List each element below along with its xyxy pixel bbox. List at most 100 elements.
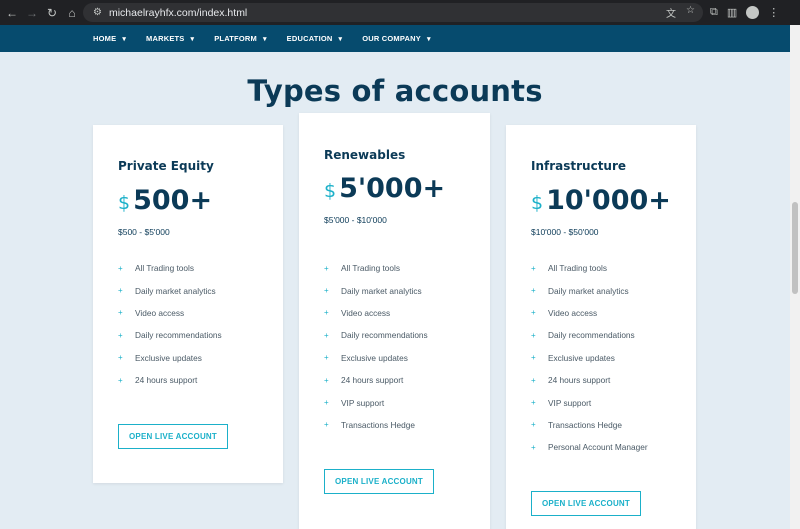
feature-label: VIP support <box>341 397 385 408</box>
forward-icon[interactable]: → <box>22 0 42 25</box>
plus-icon: + <box>531 398 536 408</box>
plus-icon: + <box>118 375 123 385</box>
nav-item-markets[interactable]: MARKETS ▾ <box>146 34 194 43</box>
nav-item-label: PLATFORM <box>214 34 257 43</box>
feature-label: Daily recommendations <box>135 330 222 341</box>
address-bar[interactable]: ⚙ michaelrayhfx.com/index.html 文 ☆ <box>83 3 703 22</box>
open-live-account-button[interactable]: OPEN LIVE ACCOUNT <box>531 491 641 516</box>
back-icon[interactable]: ← <box>2 0 22 25</box>
nav-item-label: EDUCATION <box>286 34 333 43</box>
list-item: + VIP support <box>531 391 648 413</box>
feature-label: Daily market analytics <box>341 285 422 296</box>
feature-label: Transactions Hedge <box>548 419 622 430</box>
feature-label: All Trading tools <box>548 263 608 274</box>
list-item: + VIP support <box>324 391 428 413</box>
feature-label: Video access <box>341 307 391 318</box>
site-info-icon[interactable]: ⚙ <box>93 7 102 18</box>
plus-icon: + <box>324 263 329 273</box>
feature-label: Transactions Hedge <box>341 419 415 430</box>
feature-list: + All Trading tools + Daily market analyti… <box>118 257 222 391</box>
card-price: $ 500+ <box>118 185 212 216</box>
feature-label: VIP support <box>548 397 592 408</box>
list-item: + All Trading tools <box>324 257 428 279</box>
feature-label: Video access <box>135 307 185 318</box>
browser-menu-icon[interactable]: ⋮ <box>768 6 779 19</box>
scrollbar-thumb[interactable] <box>792 202 798 294</box>
list-item: + Exclusive updates <box>118 347 222 369</box>
feature-label: Exclusive updates <box>135 352 202 363</box>
nav-item-education[interactable]: EDUCATION ▾ <box>287 34 343 43</box>
translate-icon[interactable]: 文 <box>666 5 676 20</box>
feature-list: + All Trading tools + Daily market analyti… <box>531 257 648 459</box>
nav-item-label: MARKETS <box>146 34 185 43</box>
list-item: + Exclusive updates <box>531 347 648 369</box>
account-card-private-equity: Private Equity $ 500+ $500 - $5'000 + All… <box>93 125 283 483</box>
list-item: + Daily market analytics <box>118 279 222 301</box>
list-item: + Daily recommendations <box>531 324 648 346</box>
home-icon[interactable]: ⌂ <box>62 0 82 25</box>
list-item: + Transactions Hedge <box>531 414 648 436</box>
chevron-down-icon: ▾ <box>262 35 267 43</box>
price-amount: 5'000+ <box>339 173 446 204</box>
list-item: +24 hours support <box>324 369 428 391</box>
currency-symbol: $ <box>531 192 544 214</box>
plus-icon: + <box>118 308 123 318</box>
nav-item-label: HOME <box>93 34 117 43</box>
currency-symbol: $ <box>118 192 131 214</box>
reload-icon[interactable]: ↻ <box>42 0 62 25</box>
plus-icon: + <box>531 420 536 430</box>
plus-icon: + <box>118 286 123 296</box>
list-item: + Daily market analytics <box>324 279 428 301</box>
plus-icon: + <box>324 420 329 430</box>
extensions-icon[interactable]: ⧉ <box>710 6 718 19</box>
profile-avatar-icon[interactable] <box>746 6 760 19</box>
plus-icon: + <box>324 353 329 363</box>
open-live-account-button[interactable]: OPEN LIVE ACCOUNT <box>324 469 434 494</box>
card-title: Renewables <box>324 148 406 162</box>
nav-item-home[interactable]: HOME ▾ <box>93 34 126 43</box>
card-title: Infrastructure <box>531 159 627 173</box>
plus-icon: + <box>531 353 536 363</box>
chevron-down-icon: ▾ <box>122 35 127 43</box>
plus-icon: + <box>118 263 123 273</box>
page-title: Types of accounts <box>247 74 543 108</box>
nav-item-label: OUR COMPANY <box>362 34 421 43</box>
feature-label: 24 hours support <box>548 375 611 386</box>
site-nav-bar: HOME ▾ MARKETS ▾ PLATFORM ▾ EDUCATION ▾ OUR … <box>0 25 790 52</box>
nav-item-our-company[interactable]: OUR COMPANY ▾ <box>362 34 430 43</box>
feature-label: 24 hours support <box>135 375 198 386</box>
plus-icon: + <box>531 330 536 340</box>
feature-label: Exclusive updates <box>341 352 408 363</box>
open-live-account-button[interactable]: OPEN LIVE ACCOUNT <box>118 424 228 449</box>
chevron-down-icon: ▾ <box>190 35 195 43</box>
price-amount: 10'000+ <box>546 185 671 216</box>
bookmark-star-icon[interactable]: ☆ <box>686 5 695 20</box>
list-item: +24 hours support <box>531 369 648 391</box>
plus-icon: + <box>118 330 123 340</box>
browser-toolbar: ← → ↻ ⌂ ⚙ michaelrayhfx.com/index.html 文… <box>0 0 800 25</box>
list-item: + Daily recommendations <box>324 324 428 346</box>
feature-label: 24 hours support <box>341 375 404 386</box>
price-amount: 500+ <box>133 185 213 216</box>
card-price: $ 5'000+ <box>324 173 445 204</box>
account-card-renewables: Renewables $ 5'000+ $5'000 - $10'000 + Al… <box>299 113 490 529</box>
deposit-range: $10'000 - $50'000 <box>531 227 599 237</box>
side-panel-icon[interactable]: ▥ <box>727 6 737 19</box>
feature-label: All Trading tools <box>135 263 195 274</box>
feature-label: Exclusive updates <box>548 352 615 363</box>
card-title: Private Equity <box>118 159 214 173</box>
list-item: + Video access <box>118 302 222 324</box>
plus-icon: + <box>531 308 536 318</box>
list-item: + All Trading tools <box>531 257 648 279</box>
account-card-infrastructure: Infrastructure $ 10'000+ $10'000 - $50'0… <box>506 125 696 529</box>
page-scrollbar[interactable] <box>790 25 800 529</box>
plus-icon: + <box>324 286 329 296</box>
plus-icon: + <box>531 442 536 452</box>
deposit-range: $500 - $5'000 <box>118 227 170 237</box>
list-item: + All Trading tools <box>118 257 222 279</box>
url-text[interactable]: michaelrayhfx.com/index.html <box>109 7 247 19</box>
nav-item-platform[interactable]: PLATFORM ▾ <box>214 34 266 43</box>
plus-icon: + <box>531 375 536 385</box>
chevron-down-icon: ▾ <box>426 35 431 43</box>
feature-label: All Trading tools <box>341 263 401 274</box>
